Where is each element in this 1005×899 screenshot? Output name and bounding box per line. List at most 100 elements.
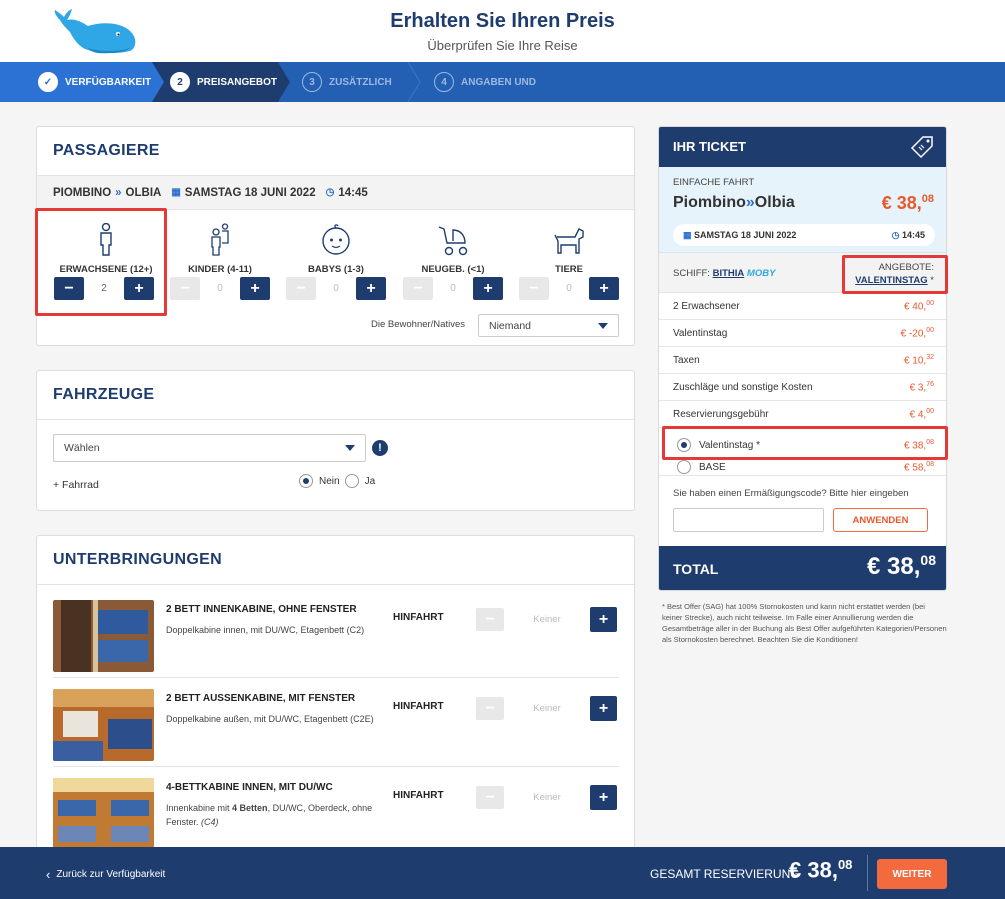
baby-count: 0 — [333, 283, 339, 294]
ticket-summary: IHR TICKET EINFACHE FAHRT Piombino»Olbia… — [658, 126, 947, 591]
chevron-down-icon — [598, 322, 608, 329]
baby-minus-button[interactable]: − — [286, 277, 316, 300]
newborn-stepper[interactable]: − 0 + — [403, 277, 503, 300]
divider — [867, 855, 868, 891]
cabin-description: Innenkabine mit 4 Betten, DU/WC, Oberdec… — [166, 801, 376, 829]
cabin-row: 4-BETTKABINE INNEN, MIT DU/WC Innenkabin… — [53, 770, 619, 856]
progress-steps: ✓ VERFÜGBARKEIT 2 PREISANGEBOT 3 ZUSÄTZL… — [0, 62, 1005, 102]
baby-icon — [322, 224, 350, 255]
residents-value: Niemand — [489, 319, 532, 332]
pet-label: TIERE — [555, 264, 583, 275]
price-row: Zuschläge und sonstige Kosten € 3,76 — [659, 374, 946, 401]
price-row-value: € 40, — [903, 301, 927, 313]
trip-price-cents: 08 — [921, 193, 934, 205]
pet-stepper[interactable]: − 0 + — [519, 277, 619, 300]
bike-no-radio[interactable] — [299, 474, 313, 488]
cabin-stepper[interactable]: − Keiner + — [476, 696, 617, 721]
total-price-main: € 38, — [867, 553, 921, 580]
pet-passenger: TIERE — [519, 223, 619, 275]
back-label: Zurück zur Verfügbarkeit — [56, 869, 166, 880]
next-button[interactable]: WEITER — [877, 859, 947, 889]
pet-count: 0 — [566, 283, 572, 294]
pet-minus-button[interactable]: − — [519, 277, 549, 300]
step-price-offer[interactable]: 2 PREISANGEBOT — [170, 62, 277, 102]
child-minus-button[interactable]: − — [170, 277, 200, 300]
page-subtitle: Überprüfen Sie Ihre Reise — [427, 38, 578, 53]
step-label: PREISANGEBOT — [197, 76, 278, 88]
ship-info: SCHIFF: BITHIA MOBY — [673, 268, 775, 279]
cabin-desc-beds: 4 Betten — [232, 803, 268, 813]
cabin-count: Keiner — [533, 614, 561, 625]
fare-radio[interactable] — [677, 460, 691, 474]
residents-select[interactable]: Niemand — [478, 314, 619, 337]
price-row-value: € -20, — [900, 328, 927, 340]
cabin-plus-button[interactable]: + — [590, 785, 617, 810]
total-price-cents: 08 — [920, 552, 936, 568]
trip-datetime: ▦ SAMSTAG 18 JUNI 2022 ◷ 14:45 — [673, 224, 935, 246]
accommodations-card: UNTERBRINGUNGEN 2 BETT INNENKABINE, OHNE… — [36, 535, 635, 855]
fare-option-price: € 58, — [903, 462, 927, 474]
bike-yes-radio[interactable] — [344, 474, 359, 488]
footer-total-cents: 08 — [837, 857, 853, 872]
step-availability[interactable]: ✓ VERFÜGBARKEIT — [38, 62, 151, 102]
footer-total-price: € 38,08 — [789, 857, 852, 883]
ticket-title: IHR TICKET — [673, 139, 746, 154]
baby-plus-button[interactable]: + — [356, 277, 386, 300]
cabin-direction: HINFAHRT — [393, 612, 444, 623]
cabin-stepper[interactable]: − Keiner + — [476, 785, 617, 810]
bike-label[interactable]: + Fahrrad — [53, 479, 99, 491]
back-link[interactable]: ‹ Zurück zur Verfügbarkeit — [46, 867, 165, 882]
cabin-name: 2 BETT AUSSENKABINE, MIT FENSTER — [166, 693, 356, 704]
cabin-direction: HINFAHRT — [393, 790, 444, 801]
info-icon[interactable]: ! — [372, 440, 388, 456]
fare-option-cents: 08 — [926, 460, 934, 468]
trip-from: Piombino — [673, 194, 746, 211]
cabin-description: Doppelkabine innen, mit DU/WC, Etagenbet… — [166, 625, 365, 635]
cabin-desc-text: Innenkabine mit — [166, 803, 233, 813]
footnote: * Best Offer (SAG) hat 100% Stornokosten… — [662, 602, 947, 644]
newborn-passenger: NEUGEB. (<1) — [403, 223, 503, 275]
dog-icon — [554, 228, 584, 254]
cabin-plus-button[interactable]: + — [590, 696, 617, 721]
step-details: 4 ANGABEN UND — [434, 62, 536, 102]
newborn-plus-button[interactable]: + — [473, 277, 503, 300]
baby-stepper[interactable]: − 0 + — [286, 277, 386, 300]
step-label: ANGABEN UND — [461, 76, 536, 88]
child-stepper[interactable]: − 0 + — [170, 277, 270, 300]
step-number: 2 — [170, 72, 190, 92]
discount-code-input[interactable] — [673, 508, 824, 532]
step-number: 3 — [302, 72, 322, 92]
price-row-cents: 32 — [926, 353, 934, 361]
ticket-total: TOTAL € 38,08 — [659, 546, 946, 590]
child-plus-button[interactable]: + — [240, 277, 270, 300]
vehicle-select[interactable]: Wählen — [53, 434, 366, 462]
cabin-minus-button[interactable]: − — [476, 786, 504, 809]
cabin-count: Keiner — [533, 792, 561, 803]
cabin-photo — [53, 778, 154, 850]
cabin-count: Keiner — [533, 703, 561, 714]
check-icon: ✓ — [38, 72, 58, 92]
footer-total-main: € 38, — [789, 857, 838, 883]
price-row-value: € 10, — [903, 355, 927, 367]
pet-plus-button[interactable]: + — [589, 277, 619, 300]
cabin-minus-button[interactable]: − — [476, 608, 504, 631]
cabin-stepper[interactable]: − Keiner + — [476, 607, 617, 632]
bottom-bar: ‹ Zurück zur Verfügbarkeit GESAMT RESERV… — [0, 847, 1005, 899]
fare-option[interactable]: BASE € 58,08 — [677, 460, 934, 474]
vehicle-select-value: Wählen — [64, 442, 100, 454]
cabin-desc-code: (C4) — [201, 817, 219, 827]
trip-price-main: € 38, — [881, 193, 922, 213]
page-title: Erhalten Sie Ihren Preis — [390, 10, 615, 32]
highlight-fare — [662, 426, 948, 460]
price-row: Reservierungsgebühr € 4,00 — [659, 401, 946, 428]
newborn-minus-button[interactable]: − — [403, 277, 433, 300]
ship-name-link[interactable]: BITHIA — [713, 268, 745, 279]
fare-option-label: BASE — [699, 461, 726, 473]
cabin-minus-button[interactable]: − — [476, 697, 504, 720]
bike-options: Nein Ja — [299, 474, 375, 488]
apply-button[interactable]: ANWENDEN — [833, 508, 928, 532]
ticket-trip: EINFACHE FAHRT Piombino»Olbia € 38,08 ▦ … — [659, 167, 946, 253]
step-label: ZUSÄTZLICH — [329, 76, 392, 88]
cabin-plus-button[interactable]: + — [590, 607, 617, 632]
footer-total-label: GESAMT RESERVIERUNG — [650, 867, 800, 881]
